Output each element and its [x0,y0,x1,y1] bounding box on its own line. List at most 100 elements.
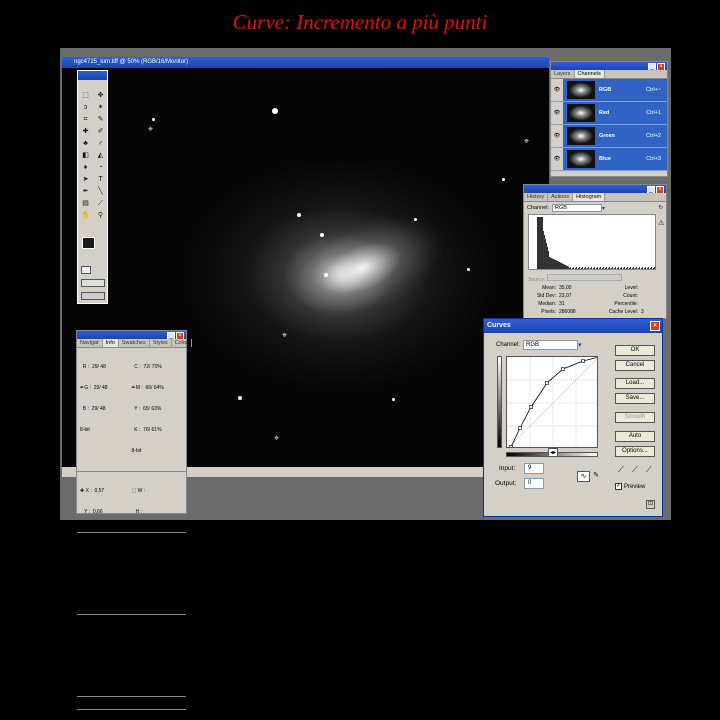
toolbox-header[interactable] [78,71,107,80]
white-point-eyedropper-icon[interactable]: ⟋ [646,465,652,475]
tab-color[interactable]: Color [172,339,192,347]
tab-channels[interactable]: Channels [574,70,605,78]
hand-icon[interactable]: ✋ [79,210,92,221]
curve-control-point[interactable] [529,405,533,409]
gray-point-eyedropper-icon[interactable]: ⟋ [632,465,638,475]
marquee-icon[interactable]: ⬚ [79,90,92,101]
curve-control-point[interactable] [581,359,585,363]
tab-styles[interactable]: Styles [150,339,172,347]
minimize-icon[interactable]: _ [647,186,655,193]
zoom-icon[interactable]: ⚲ [94,210,107,221]
curves-channel-select[interactable]: RGB [523,340,579,350]
tab-navigator[interactable]: Navigat [77,339,103,347]
eye-icon[interactable]: 👁 [551,102,563,124]
channel-row-rgb[interactable]: 👁 RGB Ctrl+~ [551,79,667,102]
tab-info[interactable]: Info [102,339,119,347]
smooth-button[interactable]: Smooth [615,412,655,423]
preview-checkbox[interactable]: ✓ [615,483,622,490]
stat-label: Cache Level: [608,309,638,315]
close-icon[interactable]: × [656,186,664,193]
path-select-icon[interactable]: ➤ [79,174,92,185]
expand-view-icon[interactable]: ⊡ [646,500,655,509]
tab-history[interactable]: History [524,193,549,201]
blur-icon[interactable]: ♦ [79,162,92,173]
tab-layers[interactable]: Layers [551,70,575,78]
histogram-bar [626,268,627,269]
document-titlebar[interactable]: ngc4725_lum.tiff @ 50% (RGB/16/Monitor) [62,57,549,68]
histogram-bar [636,267,637,269]
minimize-icon[interactable]: _ [648,63,656,70]
gradient-icon[interactable]: ◭ [94,150,107,161]
gradient-toggle-icon[interactable]: ◂▸ [548,448,559,457]
slice-icon[interactable]: ✎ [94,114,107,125]
channel-row-green[interactable]: 👁 Green Ctrl+2 [551,125,667,148]
close-icon[interactable]: × [657,63,665,70]
magic-wand-icon[interactable]: ✶ [94,102,107,113]
tone-curve[interactable] [510,357,598,447]
eye-icon[interactable]: 👁 [551,125,563,147]
eye-icon[interactable]: 👁 [551,148,563,170]
output-field[interactable]: 0 [524,478,544,489]
auto-button[interactable]: Auto [615,431,655,442]
curve-point-tool-icon[interactable]: ∿ [577,471,590,482]
history-brush-icon[interactable]: ♂ [94,138,107,149]
histogram-source-select[interactable] [546,274,622,281]
channel-name: Red [599,110,610,116]
color-sampler-2[interactable]: ⌖ [282,330,287,341]
eye-icon[interactable]: 👁 [551,79,563,101]
curve-control-point[interactable] [561,367,565,371]
channels-titlebar[interactable]: _ × [551,62,667,70]
stamp-icon[interactable]: ♣ [79,138,92,149]
black-point-eyedropper-icon[interactable]: ⟋ [618,465,624,475]
color-sampler-1[interactable]: ⌖ [148,124,153,135]
options-button[interactable]: Options... [615,446,655,457]
healing-icon[interactable]: ✚ [79,126,92,137]
move-icon[interactable]: ✥ [94,90,107,101]
input-field[interactable]: 9 [524,463,544,474]
histogram-channel-select[interactable]: RGB [552,204,603,212]
curve-control-point[interactable] [518,426,522,430]
histogram-bar [629,268,630,269]
color-sampler-3[interactable]: ⌖ [274,433,279,444]
chevron-down-icon[interactable]: ▾ [602,205,605,212]
save-button[interactable]: Save... [615,393,655,404]
histogram-titlebar[interactable]: _ × [524,185,666,193]
curves-titlebar[interactable]: Curves × [484,319,662,333]
brush-icon[interactable]: ✐ [94,126,107,137]
dodge-icon[interactable]: ◔ [94,162,107,173]
quick-mask-icon[interactable] [81,266,91,274]
shape-icon[interactable]: ╲ [94,186,107,197]
load-button[interactable]: Load... [615,378,655,389]
histogram-bar [632,268,633,269]
crop-icon[interactable]: ⌗ [79,114,92,125]
foreground-color-swatch[interactable] [82,237,95,249]
histogram-bar [634,269,635,270]
ok-button[interactable]: OK [615,345,655,356]
refresh-icon[interactable]: ↻ [658,205,663,211]
pen-icon[interactable]: ✒ [79,186,92,197]
curve-control-point[interactable] [509,445,513,449]
color-sampler-4[interactable]: ⌖ [524,136,529,147]
channel-row-red[interactable]: 👁 Red Ctrl+1 [551,102,667,125]
jump-to-imageready-icon[interactable] [81,292,105,300]
minimize-icon[interactable]: _ [167,332,175,339]
pencil-tool-icon[interactable]: ✎ [591,471,601,482]
curves-graph[interactable] [506,356,598,448]
tab-swatches[interactable]: Swatches [119,339,150,347]
histogram-bar [549,257,550,269]
tab-actions[interactable]: Actions [548,193,574,201]
eraser-icon[interactable]: ◧ [79,150,92,161]
close-icon[interactable]: × [176,332,184,339]
channel-row-blue[interactable]: 👁 Blue Ctrl+3 [551,148,667,171]
close-icon[interactable]: × [650,321,660,331]
info-titlebar[interactable]: _ × [77,331,186,339]
chevron-down-icon[interactable]: ▾ [578,341,582,349]
lasso-icon[interactable]: ↄ [79,102,92,113]
text-icon[interactable]: T [94,174,107,185]
tab-histogram[interactable]: Histogram [573,193,606,201]
eyedropper-icon[interactable]: ⟋ [94,198,107,209]
screen-mode-icon[interactable] [81,279,105,287]
notes-icon[interactable]: ▤ [79,198,92,209]
curve-control-point[interactable] [545,381,549,385]
cancel-button[interactable]: Cancel [615,360,655,371]
